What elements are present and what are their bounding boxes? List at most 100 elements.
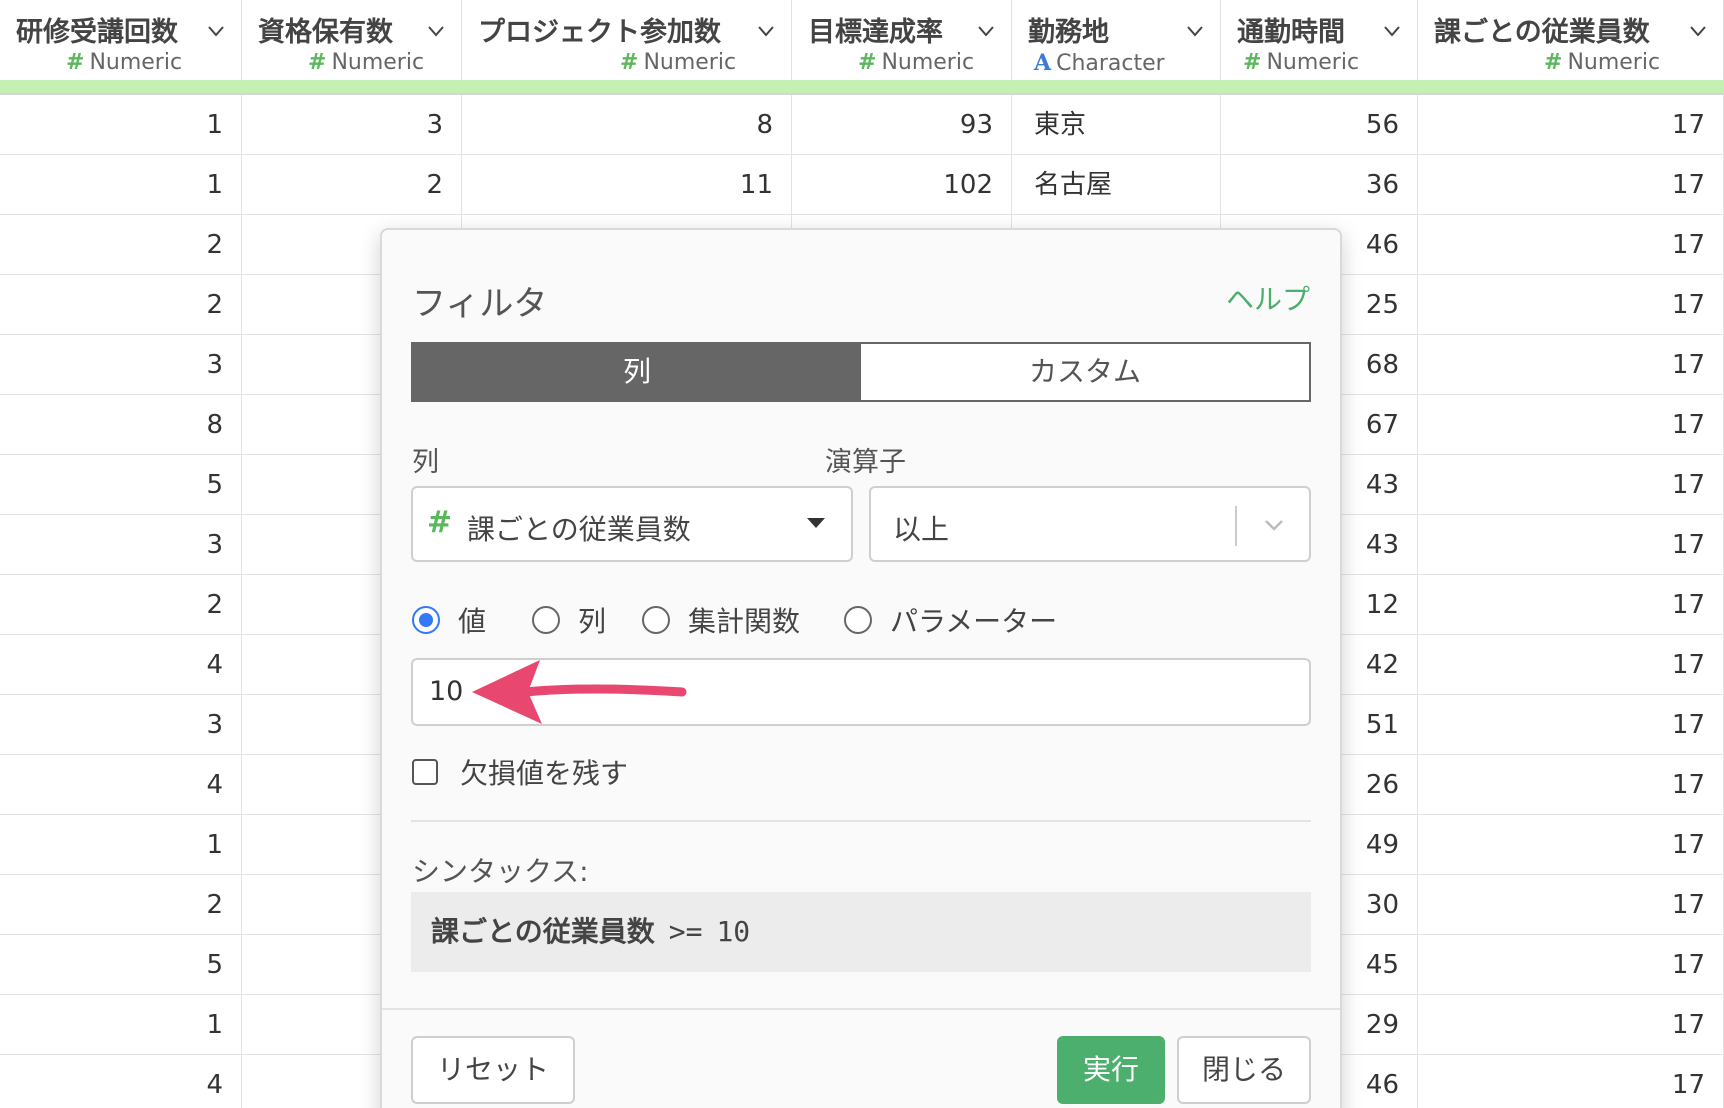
table-cell[interactable]: 17 — [1418, 335, 1724, 395]
table-cell[interactable]: 8 — [0, 395, 242, 455]
radio-button[interactable] — [642, 606, 670, 634]
column-header[interactable]: プロジェクト参加数 # Numeric — [462, 0, 792, 80]
table-cell[interactable]: 17 — [1418, 875, 1724, 935]
table-cell[interactable]: 17 — [1418, 635, 1724, 695]
table-cell[interactable]: 1 — [0, 155, 242, 215]
column-type: # Numeric — [1544, 50, 1660, 75]
table-cell[interactable]: 1 — [0, 815, 242, 875]
table-cell[interactable]: 3 — [0, 515, 242, 575]
chevron-down-icon[interactable] — [1186, 22, 1204, 40]
column-header[interactable]: 勤務地 A Character — [1012, 0, 1221, 80]
table-cell[interactable]: 11 — [462, 155, 792, 215]
table-cell[interactable]: 56 — [1221, 95, 1418, 155]
operator-label: 演算子 — [825, 447, 906, 478]
radio-parameter[interactable]: パラメーター — [844, 600, 1057, 640]
column-header-name: 目標達成率 — [808, 17, 943, 48]
table-cell[interactable]: 17 — [1418, 695, 1724, 755]
column-header[interactable]: 資格保有数 # Numeric — [242, 0, 462, 80]
column-header[interactable]: 目標達成率 # Numeric — [792, 0, 1012, 80]
tab-custom[interactable]: カスタム — [861, 344, 1309, 400]
column-type: # Numeric — [308, 50, 424, 75]
numeric-icon: # — [1243, 50, 1262, 75]
column-header-name: 勤務地 — [1028, 17, 1109, 48]
table-cell[interactable]: 17 — [1418, 155, 1724, 215]
reset-button[interactable]: リセット — [411, 1036, 575, 1104]
table-cell[interactable]: 93 — [792, 95, 1012, 155]
column-header-name: 課ごとの従業員数 — [1434, 17, 1650, 48]
column-header[interactable]: 通勤時間 # Numeric — [1221, 0, 1418, 80]
chevron-down-icon[interactable] — [207, 22, 225, 40]
numeric-icon: # — [66, 50, 85, 75]
radio-label-column: 列 — [578, 605, 607, 638]
help-link[interactable]: ヘルプ — [1226, 278, 1310, 318]
chevron-down-icon[interactable] — [1689, 22, 1707, 40]
header-quality-bar — [0, 80, 1724, 93]
column-header-name: 資格保有数 — [258, 17, 393, 48]
table-cell[interactable]: 2 — [0, 275, 242, 335]
column-type-label: Character — [1056, 51, 1165, 76]
table-cell[interactable]: 名古屋 — [1012, 155, 1221, 215]
radio-button-checked[interactable] — [412, 606, 440, 634]
table-cell[interactable]: 17 — [1418, 215, 1724, 275]
syntax-label: シンタックス: — [412, 855, 589, 888]
run-button[interactable]: 実行 — [1057, 1036, 1165, 1104]
numeric-icon: # — [1544, 50, 1563, 75]
tab-column[interactable]: 列 — [413, 344, 861, 400]
table-cell[interactable]: 2 — [242, 155, 462, 215]
numeric-icon: # — [427, 505, 453, 540]
chevron-down-icon[interactable] — [757, 22, 775, 40]
chevron-down-icon[interactable] — [1383, 22, 1401, 40]
table-cell[interactable]: 17 — [1418, 815, 1724, 875]
table-cell[interactable]: 102 — [792, 155, 1012, 215]
table-cell[interactable]: 3 — [0, 695, 242, 755]
radio-label-parameter: パラメーター — [890, 605, 1058, 638]
column-header[interactable]: 研修受講回数 # Numeric — [0, 0, 242, 80]
numeric-icon: # — [858, 50, 877, 75]
column-type: # Numeric — [858, 50, 974, 75]
column-select[interactable]: # 課ごとの従業員数 — [411, 486, 853, 562]
table-cell[interactable]: 2 — [0, 575, 242, 635]
table-cell[interactable]: 2 — [0, 215, 242, 275]
radio-button[interactable] — [532, 606, 560, 634]
table-cell[interactable]: 4 — [0, 1055, 242, 1108]
close-button[interactable]: 閉じる — [1177, 1036, 1311, 1104]
caret-down-icon — [807, 518, 825, 528]
table-cell[interactable]: 17 — [1418, 95, 1724, 155]
chevron-down-icon[interactable] — [977, 22, 995, 40]
radio-button[interactable] — [844, 606, 872, 634]
operator-select[interactable]: 以上 — [869, 486, 1311, 562]
column-type: # Numeric — [620, 50, 736, 75]
table-cell[interactable]: 5 — [0, 935, 242, 995]
table-cell[interactable]: 17 — [1418, 935, 1724, 995]
table-cell[interactable]: 5 — [0, 455, 242, 515]
table-cell[interactable]: 2 — [0, 875, 242, 935]
table-cell[interactable]: 17 — [1418, 755, 1724, 815]
table-cell[interactable]: 17 — [1418, 515, 1724, 575]
table-cell[interactable]: 17 — [1418, 395, 1724, 455]
radio-value[interactable]: 値 — [412, 600, 486, 640]
character-icon: A — [1034, 50, 1052, 76]
radio-aggregate[interactable]: 集計関数 — [642, 600, 800, 640]
table-cell[interactable]: 1 — [0, 95, 242, 155]
table-cell[interactable]: 17 — [1418, 1055, 1724, 1108]
table-cell[interactable]: 3 — [242, 95, 462, 155]
chevron-down-icon[interactable] — [427, 22, 445, 40]
keep-missing-checkbox[interactable] — [412, 759, 438, 785]
table-cell[interactable]: 3 — [0, 335, 242, 395]
table-cell[interactable]: 17 — [1418, 455, 1724, 515]
table-cell[interactable]: 1 — [0, 995, 242, 1055]
radio-column[interactable]: 列 — [532, 600, 606, 640]
syntax-value: 10 — [716, 915, 751, 948]
column-header[interactable]: 課ごとの従業員数 # Numeric — [1418, 0, 1724, 80]
dialog-title: フィルタ — [412, 284, 548, 324]
table-cell[interactable]: 17 — [1418, 995, 1724, 1055]
table-cell[interactable]: 8 — [462, 95, 792, 155]
table-cell[interactable]: 東京 — [1012, 95, 1221, 155]
table-cell[interactable]: 36 — [1221, 155, 1418, 215]
table-cell[interactable]: 4 — [0, 755, 242, 815]
table-cell[interactable]: 4 — [0, 635, 242, 695]
table-cell[interactable]: 17 — [1418, 575, 1724, 635]
numeric-icon: # — [308, 50, 327, 75]
table-cell[interactable]: 17 — [1418, 275, 1724, 335]
keep-missing-checkbox-row[interactable]: 欠損値を残す — [412, 752, 628, 792]
